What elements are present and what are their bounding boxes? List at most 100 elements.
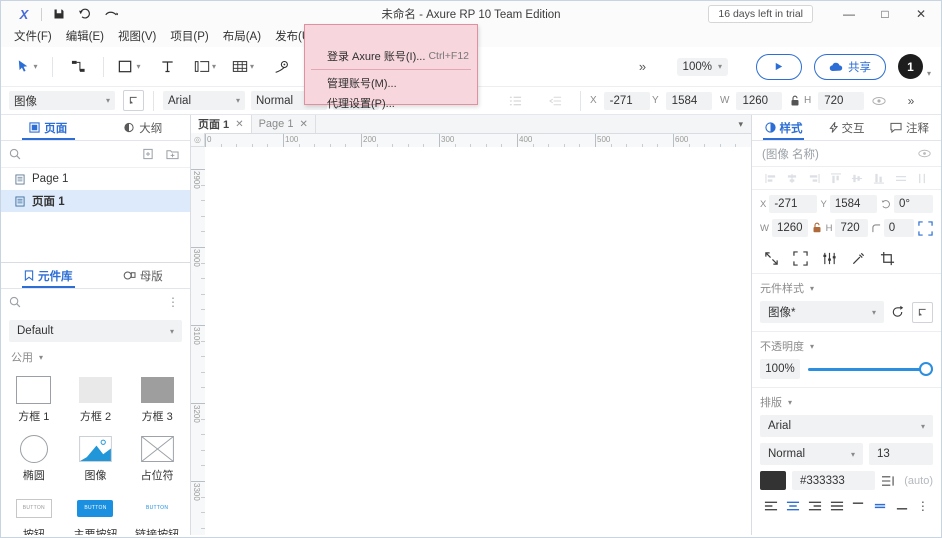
inspector-h-field[interactable]: H 720 (826, 219, 868, 237)
eye-icon[interactable] (863, 88, 895, 114)
share-button[interactable]: 共享 (813, 53, 886, 80)
font-size-input[interactable]: 13 (869, 443, 933, 465)
chevron-down-icon[interactable]: ▾ (236, 96, 240, 105)
align-left-icon[interactable] (765, 173, 777, 184)
add-folder-icon[interactable] (163, 148, 182, 160)
menu-layout[interactable]: 布局(A) (216, 28, 268, 46)
opacity-value-input[interactable]: 100% (760, 359, 800, 379)
vertical-ruler[interactable]: 2900 3000 3100 3200 3300 (191, 147, 206, 537)
align-bottom-icon[interactable] (873, 173, 885, 184)
chevron-down-icon[interactable]: ▾ (810, 284, 814, 293)
undo-icon[interactable] (72, 3, 98, 25)
chevron-down-icon[interactable]: ▾ (872, 308, 876, 317)
y-value[interactable]: 1584 (665, 91, 712, 110)
paragraph-tool-button[interactable]: ▾ (189, 54, 221, 80)
search-icon[interactable] (9, 296, 21, 308)
more-icon[interactable]: ⋮ (917, 499, 929, 513)
font-family-select[interactable]: Arial ▾ (163, 91, 245, 110)
widget-ellipse[interactable]: 椭圆 (3, 430, 65, 487)
maximize-button[interactable]: □ (867, 1, 903, 27)
chevron-down-icon[interactable]: ▾ (250, 62, 254, 71)
text-color-swatch[interactable] (760, 471, 786, 490)
zoom-level-select[interactable]: 100% ▾ (676, 57, 728, 76)
lock-icon[interactable] (812, 222, 822, 234)
close-icon[interactable]: ✕ (299, 119, 307, 130)
add-page-icon[interactable] (139, 148, 157, 160)
style-target-button[interactable] (912, 301, 933, 323)
align-middle-icon[interactable] (851, 173, 863, 184)
tab-interactions[interactable]: 交互 (815, 115, 878, 140)
connector-tool-button[interactable] (62, 54, 94, 80)
tab-pages[interactable]: 页面 (1, 115, 96, 140)
x-value[interactable]: -271 (769, 195, 817, 213)
toolbar-y-field[interactable]: Y 1584 (652, 91, 714, 110)
chevron-down-icon[interactable]: ▾ (851, 450, 855, 459)
library-select[interactable]: Default ▾ (9, 320, 182, 342)
ruler-origin-button[interactable]: ◎ (191, 133, 205, 147)
inspector-rotation-field[interactable]: 0° (881, 195, 933, 213)
tab-masters[interactable]: 母版 (96, 263, 191, 288)
widget-link-button[interactable]: BUTTON 链接按钮 (126, 489, 188, 537)
text-tool-button[interactable] (151, 54, 183, 80)
valign-top-icon[interactable] (851, 500, 865, 512)
element-style-select[interactable]: 图像* ▾ (760, 301, 884, 323)
h-value[interactable]: 720 (835, 219, 868, 237)
align-right-icon[interactable] (808, 500, 822, 512)
fit-icon[interactable] (793, 251, 808, 266)
chevron-down-icon[interactable]: ▾ (788, 398, 792, 407)
select-tool-button[interactable]: ▾ (11, 54, 43, 80)
w-value[interactable]: 1260 (771, 219, 808, 237)
widget-button[interactable]: BUTTON 按钮 (3, 489, 65, 537)
element-style-title[interactable]: 元件样式 ▾ (760, 280, 933, 296)
align-right-icon[interactable] (808, 173, 820, 184)
shape-tool-button[interactable]: ▾ (113, 54, 145, 80)
tab-outline[interactable]: 大纲 (96, 115, 191, 140)
search-icon[interactable] (9, 148, 21, 160)
menu-view[interactable]: 视图(V) (111, 28, 163, 46)
widget-primary-button[interactable]: BUTTON 主要按钮 (65, 489, 127, 537)
element-name-input[interactable]: (图像 名称) (762, 146, 819, 162)
apply-style-icon[interactable] (890, 304, 906, 320)
user-avatar[interactable]: 1 (897, 54, 923, 79)
rotation-value[interactable]: 0° (894, 195, 933, 213)
list-format-button[interactable] (499, 88, 531, 114)
toolbar-h-field[interactable]: H 720 (804, 91, 865, 110)
crop-icon[interactable] (880, 251, 895, 266)
tab-widget-library[interactable]: 元件库 (1, 263, 96, 288)
slider-knob[interactable] (919, 362, 933, 376)
menu-file[interactable]: 文件(F) (7, 28, 59, 46)
toolbar-w-field[interactable]: W 1260 (720, 91, 786, 110)
x-value[interactable]: -271 (603, 91, 650, 110)
page-list-item-selected[interactable]: 页面 1 (1, 190, 190, 212)
close-button[interactable]: ✕ (903, 1, 939, 27)
chevron-down-icon[interactable]: ▾ (738, 119, 743, 130)
table-tool-button[interactable]: ▾ (227, 54, 259, 80)
inspector-corner-field[interactable]: 0 (872, 219, 914, 237)
typography-title[interactable]: 排版 ▾ (760, 394, 933, 410)
line-height-icon[interactable] (881, 475, 895, 487)
format-overflow-button[interactable]: » (895, 88, 927, 114)
menu-item-login-axure-account[interactable]: 登录 Axure 账号(I)... Ctrl+F12 (305, 46, 477, 66)
opacity-slider[interactable] (808, 362, 933, 376)
redo-icon[interactable] (98, 3, 124, 25)
library-group-header[interactable]: 公用 ▾ (1, 347, 190, 367)
chevron-down-icon[interactable]: ▾ (927, 69, 931, 78)
w-value[interactable]: 1260 (736, 91, 783, 110)
align-center-h-icon[interactable] (786, 173, 798, 184)
inspector-x-field[interactable]: X -271 (760, 195, 817, 213)
align-top-icon[interactable] (830, 172, 842, 184)
page-list-item-page1[interactable]: Page 1 (1, 168, 190, 190)
style-target-button[interactable] (123, 90, 144, 111)
element-type-select[interactable]: 图像 ▾ (9, 91, 115, 110)
menu-edit[interactable]: 编辑(E) (59, 28, 111, 46)
page-canvas[interactable] (205, 147, 751, 537)
save-icon[interactable] (46, 3, 72, 25)
eyedropper-icon[interactable] (851, 251, 866, 266)
widget-box-3[interactable]: 方框 3 (126, 371, 188, 428)
chevron-down-icon[interactable]: ▾ (810, 342, 814, 351)
line-height-value[interactable]: (auto) (901, 475, 933, 487)
preview-button[interactable] (755, 53, 802, 80)
pen-tool-button[interactable] (265, 54, 297, 80)
canvas-tab-active[interactable]: 页面 1 ✕ (191, 115, 252, 133)
close-icon[interactable]: ✕ (235, 119, 243, 130)
